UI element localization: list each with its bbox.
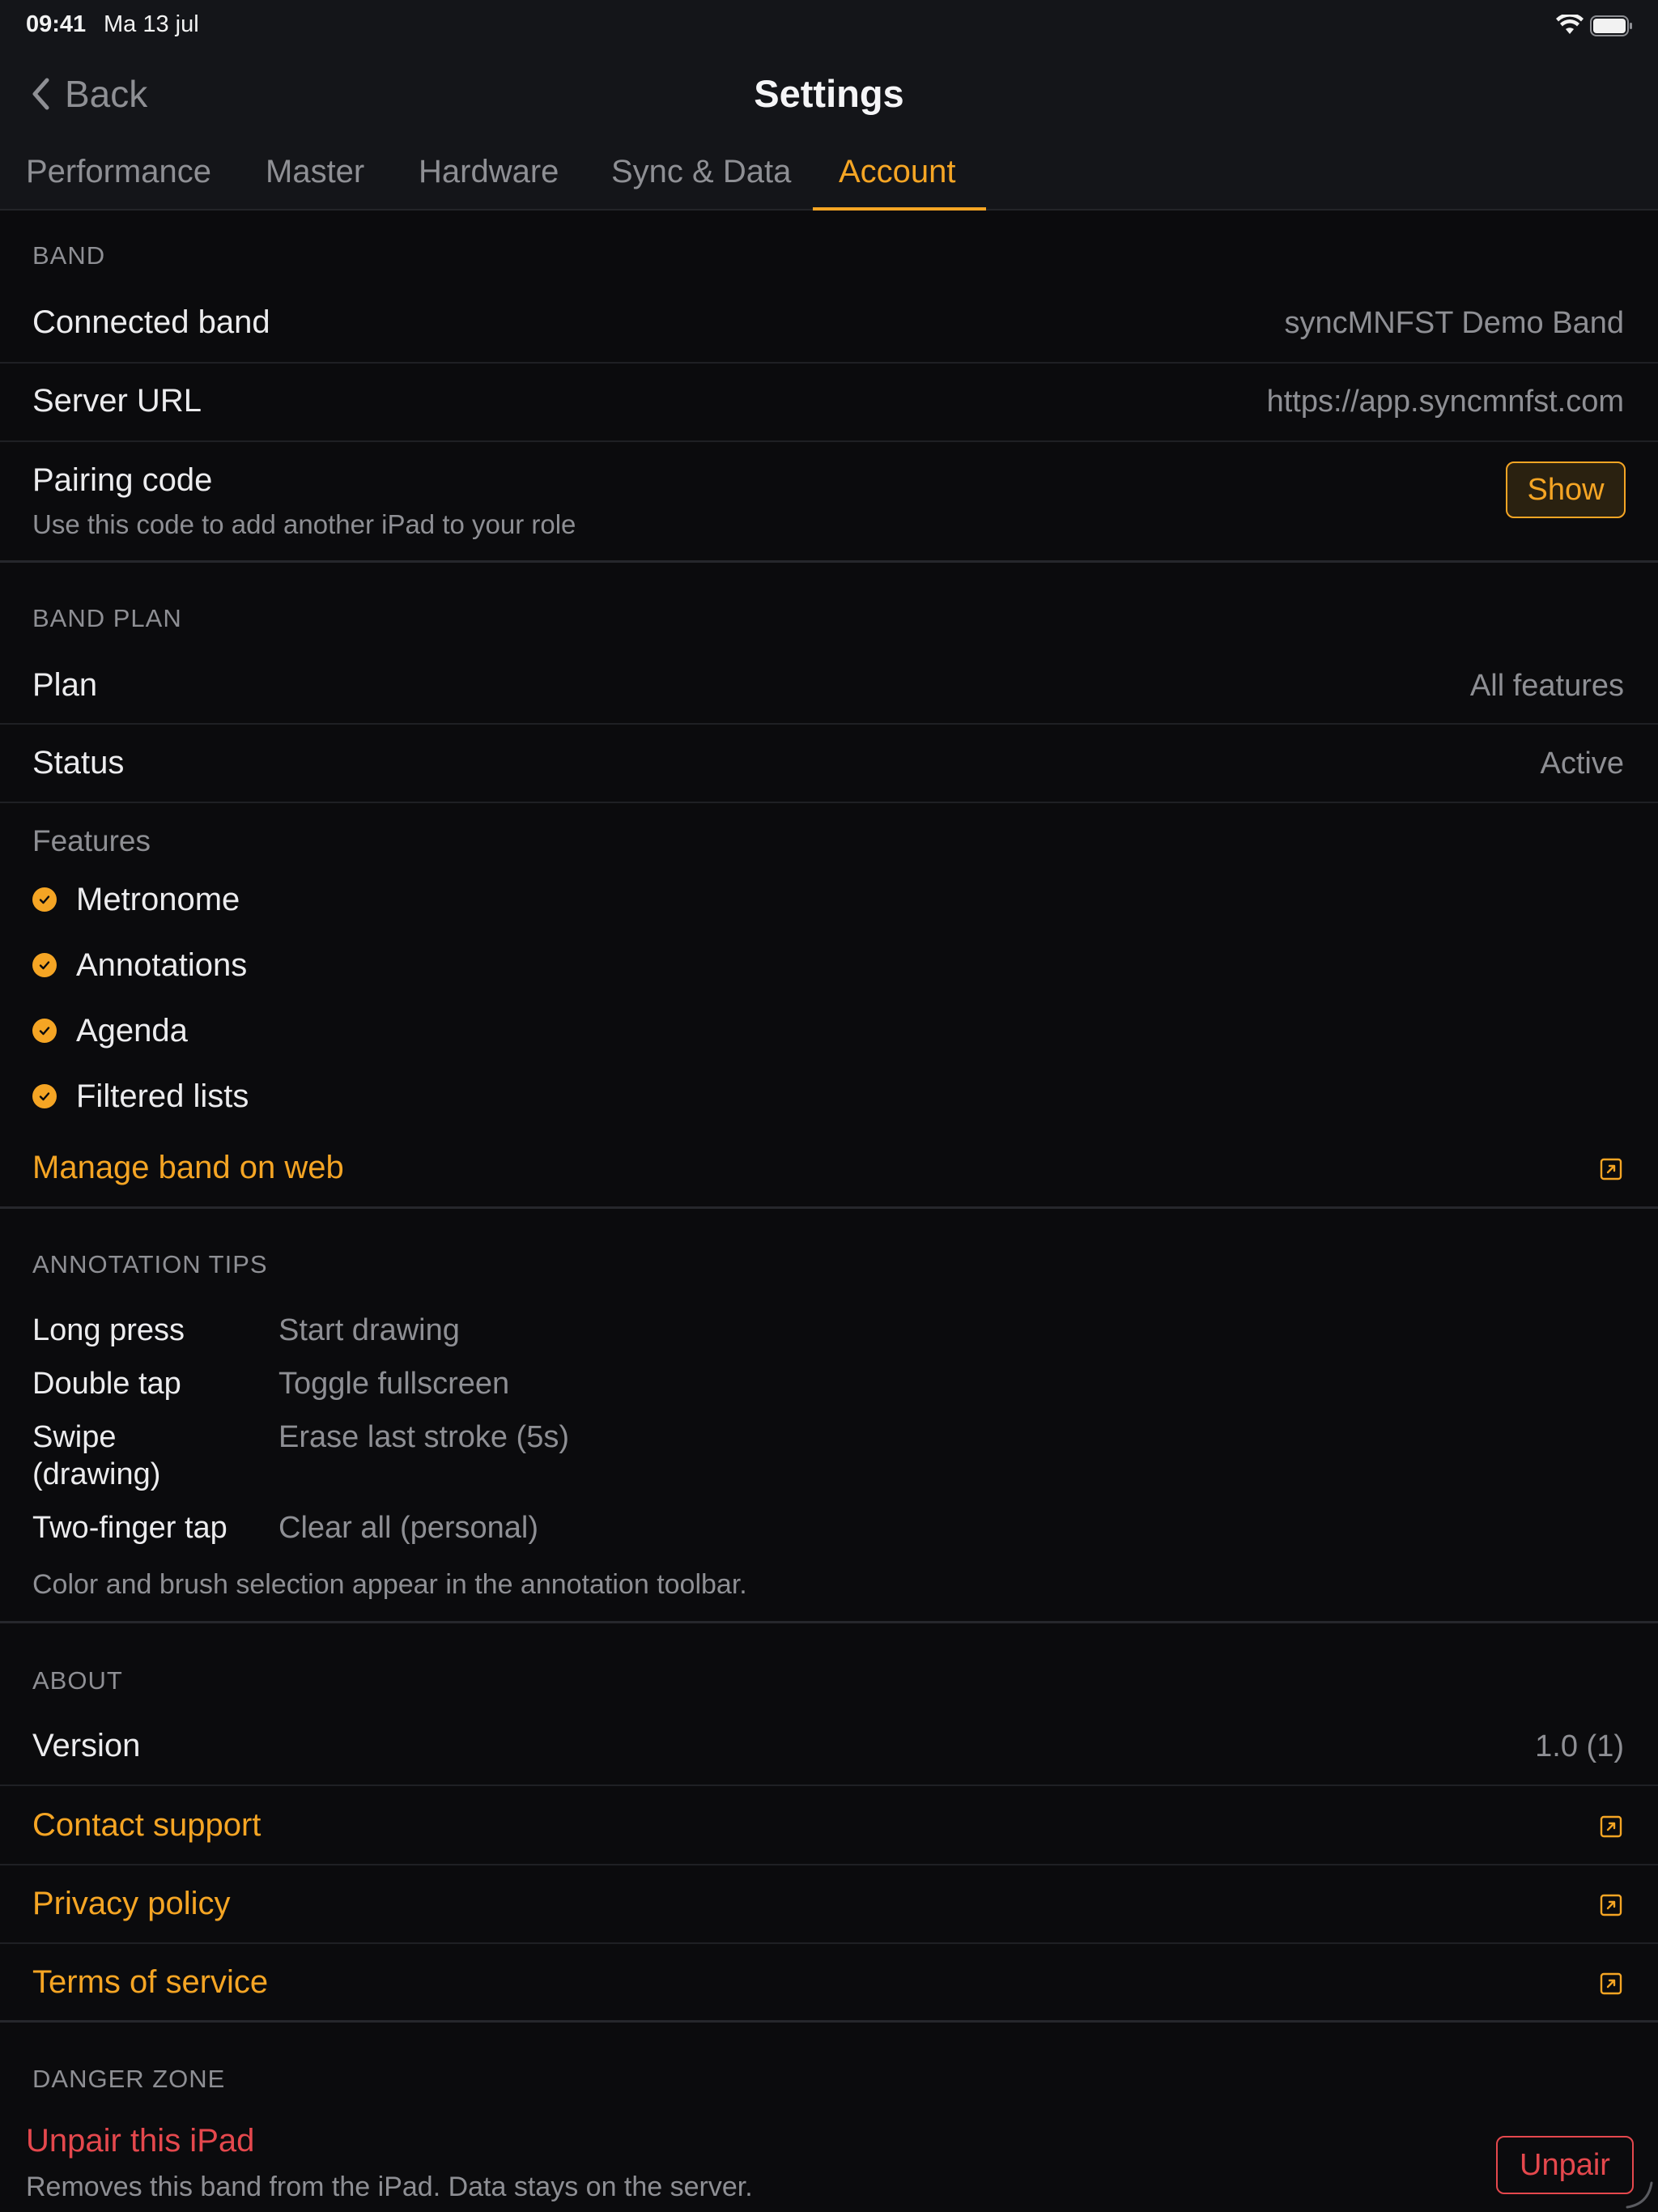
tip-action: Erase last stroke (5s) [278,1420,569,1454]
section-header-danger-zone: DANGER ZONE [32,2065,226,2093]
tip-gesture: Swipe (drawing) [32,1420,161,1491]
version-value: 1.0 (1) [1535,1729,1624,1763]
unpair-title: Unpair this iPad [26,2123,255,2159]
divider [0,723,1658,725]
server-url-label: Server URL [32,383,202,419]
tab-master[interactable]: Master [266,154,364,190]
feature-item: Agenda [32,1010,188,1051]
connected-band-value: syncMNFST Demo Band [1284,306,1624,340]
tip-action: Start drawing [278,1313,460,1347]
section-divider [0,1206,1658,1209]
tab-hardware[interactable]: Hardware [419,154,559,190]
tip-gesture: Long press [32,1313,185,1347]
tab-account[interactable]: Account [839,154,956,190]
server-url-value: https://app.syncmnfst.com [1266,385,1624,419]
section-header-annotation-tips: ANNOTATION TIPS [32,1250,268,1278]
privacy-policy-link[interactable]: Privacy policy [32,1886,231,1922]
status-bar: 09:41 Ma 13 jul [0,0,1658,52]
status-value: Active [1540,747,1624,781]
section-header-band-plan: BAND PLAN [32,604,182,632]
resize-handle-icon[interactable] [1624,2180,1653,2209]
feature-label: Metronome [76,881,240,917]
tip-action: Toggle fullscreen [278,1367,510,1401]
wifi-icon [1556,15,1584,34]
pairing-code-label: Pairing code [32,462,213,498]
external-link-icon[interactable] [1600,1894,1622,1916]
unpair-description: Removes this band from the iPad. Data st… [26,2172,753,2202]
plan-value: All features [1469,669,1624,703]
section-divider [0,1621,1658,1623]
feature-label: Agenda [76,1012,188,1049]
feature-label: Filtered lists [76,1078,249,1114]
tab-bar: Performance Master Hardware Sync & Data … [0,138,1658,211]
plan-label: Plan [32,667,98,703]
divider [0,1942,1658,1944]
tab-sync-data[interactable]: Sync & Data [611,154,791,190]
active-tab-indicator [813,207,986,211]
tip-action: Clear all (personal) [278,1511,539,1545]
checkmark-icon [32,1084,57,1108]
annotation-tips-note: Color and brush selection appear in the … [32,1569,747,1600]
status-label: Status [32,745,125,781]
divider [0,802,1658,803]
version-label: Version [32,1728,141,1763]
features-label: Features [32,824,151,857]
tab-performance[interactable]: Performance [26,154,211,190]
feature-label: Annotations [76,946,248,983]
status-date: Ma 13 jul [104,11,199,37]
checkmark-icon [32,953,57,977]
page-title: Settings [754,72,904,115]
unpair-button[interactable]: Unpair [1496,2136,1634,2194]
divider [0,1784,1658,1786]
checkmark-icon [32,1019,57,1043]
contact-support-link[interactable]: Contact support [32,1807,261,1844]
section-divider [0,2020,1658,2023]
terms-of-service-link[interactable]: Terms of service [32,1964,268,2001]
tip-gesture: Double tap [32,1367,181,1401]
tip-gesture: Two-finger tap [32,1511,227,1545]
section-header-band: BAND [32,241,106,270]
external-link-icon[interactable] [1600,1158,1622,1180]
status-time: 09:41 [26,11,87,37]
battery-icon [1590,15,1632,36]
divider [0,1864,1658,1865]
feature-item: Filtered lists [32,1076,249,1117]
pairing-code-description: Use this code to add another iPad to you… [32,509,576,539]
connected-band-label: Connected band [32,304,270,340]
external-link-icon[interactable] [1600,1972,1622,1995]
nav-bar: Back Settings [0,52,1658,138]
feature-item: Annotations [32,945,247,985]
feature-item: Metronome [32,879,240,920]
divider [0,440,1658,442]
show-pairing-code-button[interactable]: Show [1506,462,1626,518]
section-divider [0,560,1658,563]
external-link-icon[interactable] [1600,1815,1622,1838]
manage-band-link[interactable]: Manage band on web [32,1150,344,1186]
checkmark-icon [32,887,57,912]
divider [0,362,1658,364]
section-header-about: ABOUT [32,1666,123,1695]
